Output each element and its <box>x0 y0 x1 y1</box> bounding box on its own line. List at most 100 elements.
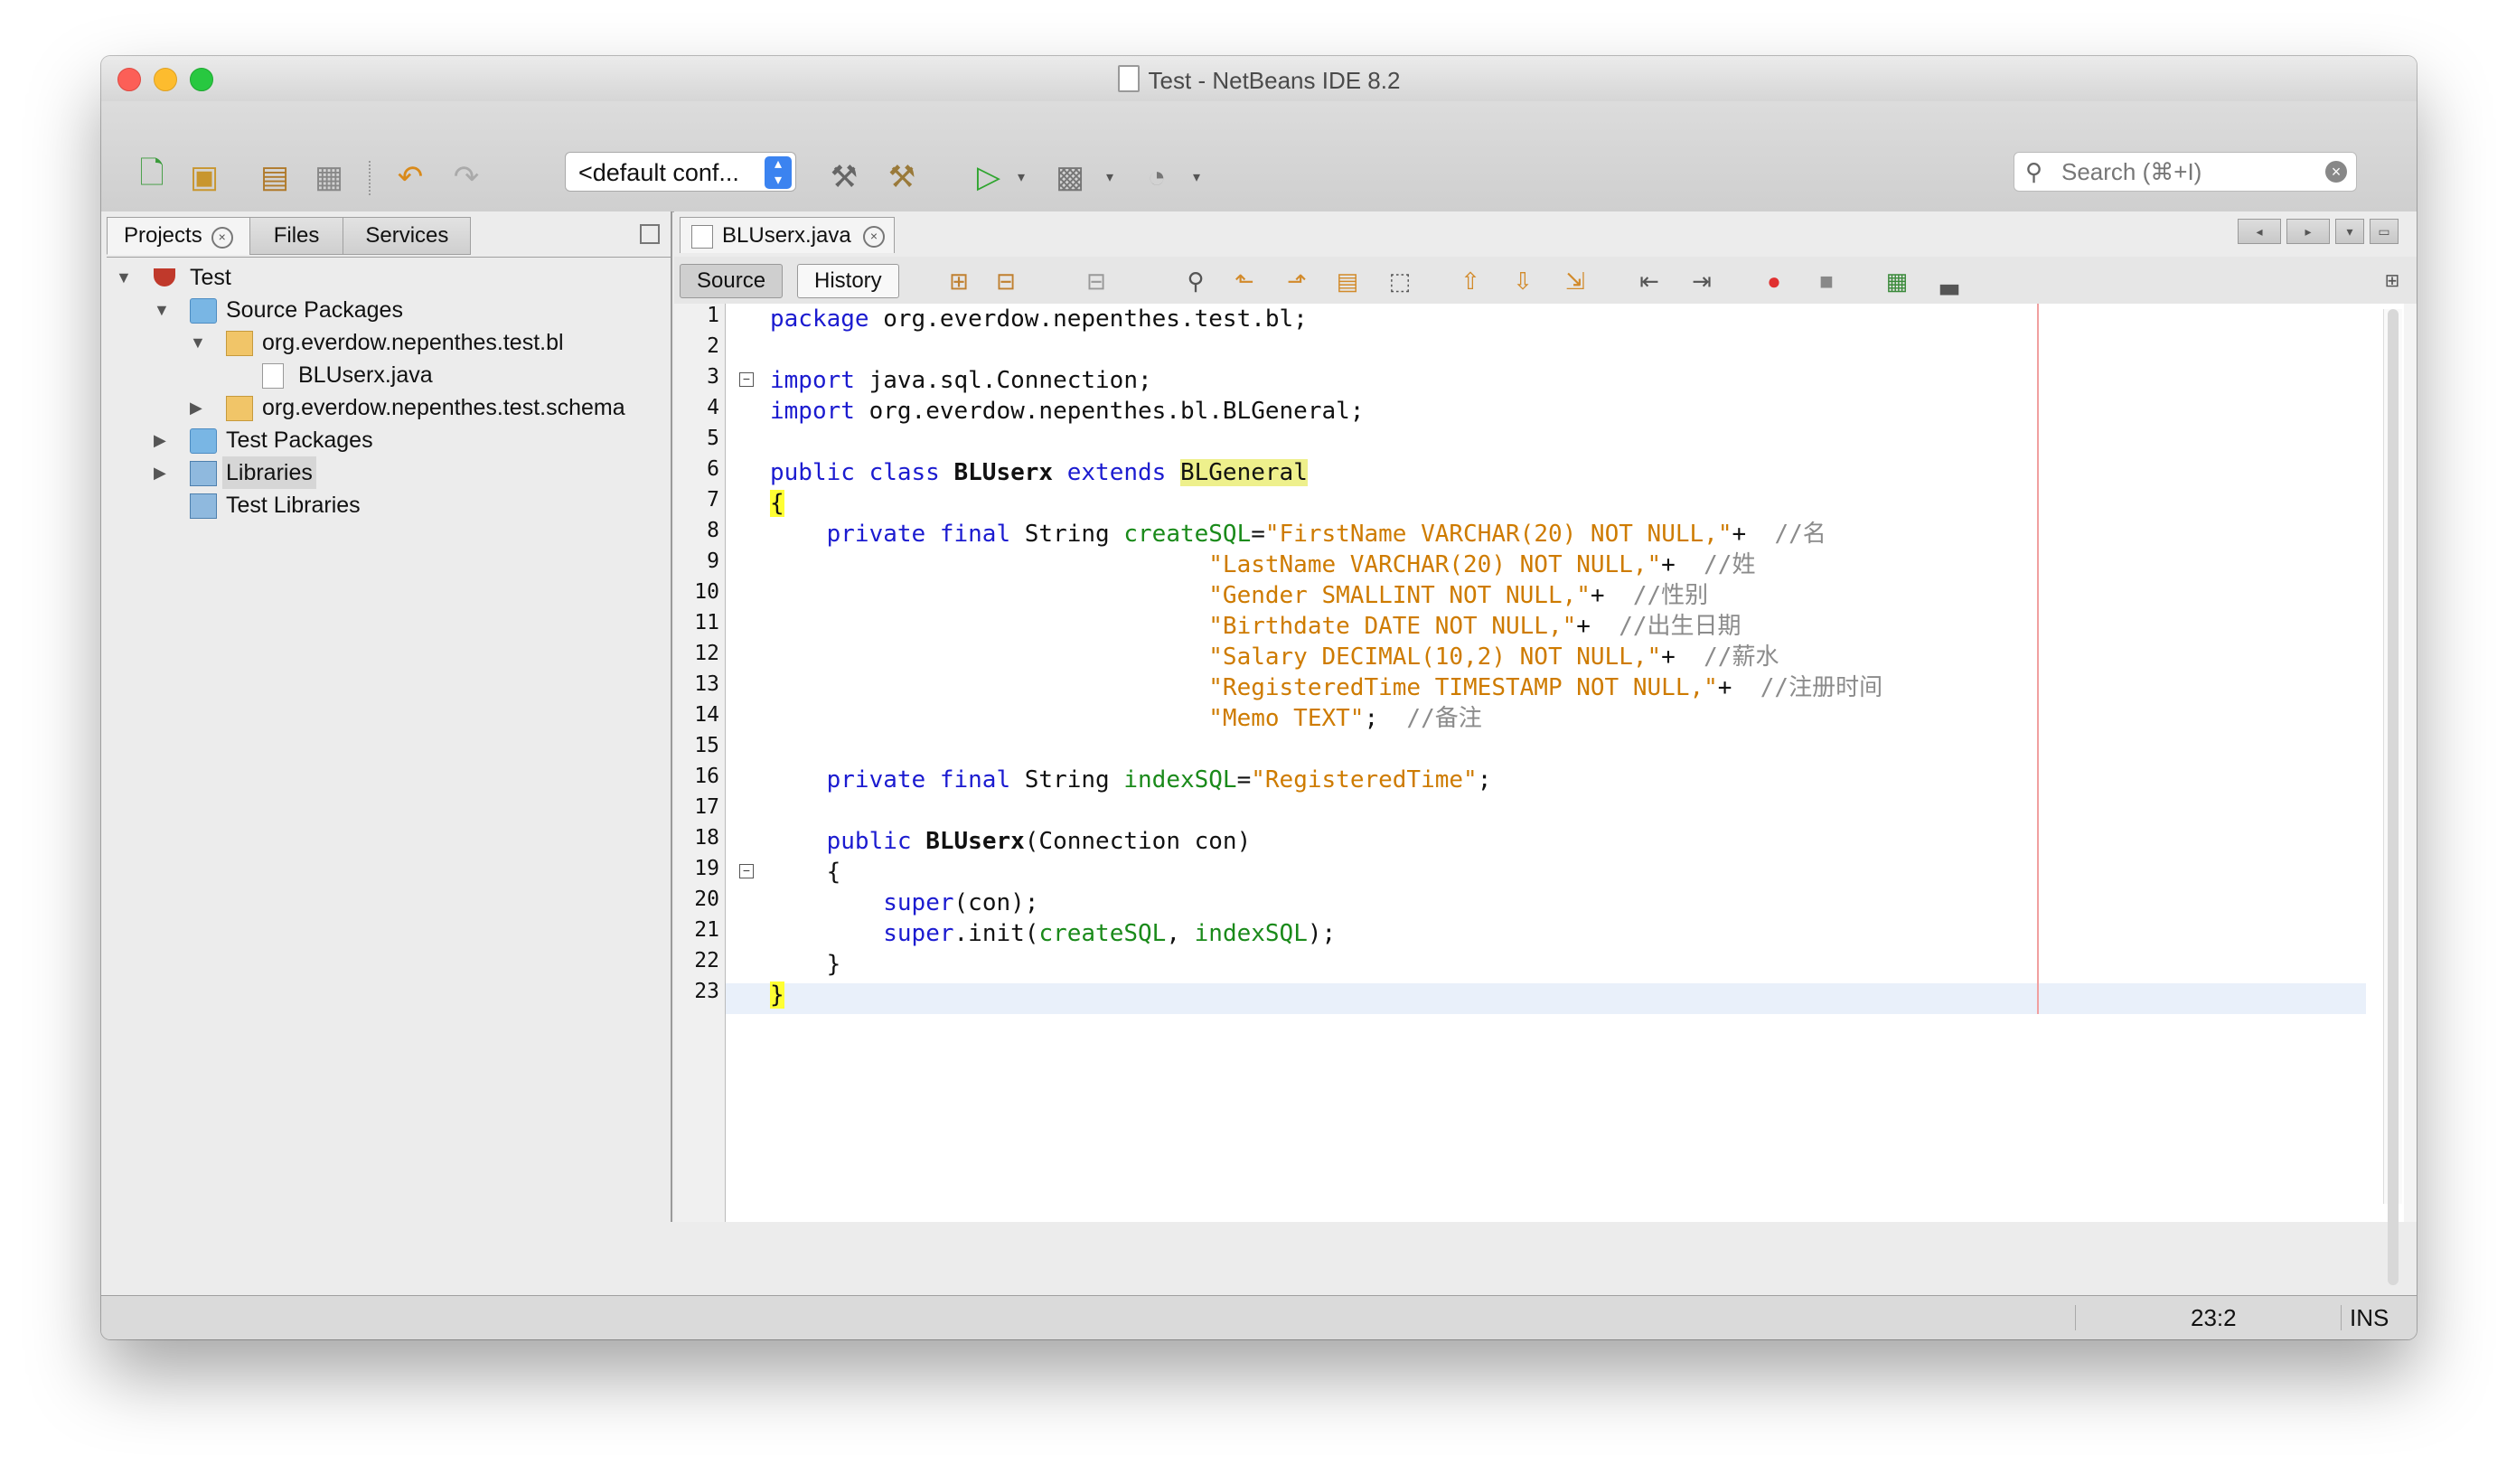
java-file-icon <box>691 225 713 249</box>
profile-dropdown-icon[interactable]: ▾ <box>1177 157 1216 197</box>
new-project-icon[interactable]: ▣ <box>184 157 224 197</box>
new-file-icon[interactable]: 🗋 <box>132 156 172 197</box>
stop-macro-recording-icon[interactable]: ■ <box>1811 266 1842 296</box>
scroll-left-icon[interactable]: ◂ <box>2238 219 2281 244</box>
toolbar-separator <box>369 161 372 195</box>
code-line-21: super.init(createSQL, indexSQL); <box>770 918 1336 949</box>
shift-right-icon[interactable]: ⇥ <box>1686 266 1717 296</box>
search-icon: ⚲ <box>2025 158 2043 185</box>
clear-search-icon[interactable]: × <box>2325 161 2347 183</box>
tab-services[interactable]: Services <box>343 217 472 255</box>
next-bookmark-icon[interactable]: ⇩ <box>1507 266 1538 296</box>
clean-build-icon[interactable]: ⚒ <box>882 157 922 197</box>
previous-bookmark-icon[interactable]: ⇧ <box>1455 266 1486 296</box>
insert-mode[interactable]: INS <box>2350 1296 2389 1339</box>
scroll-right-icon[interactable]: ▸ <box>2286 219 2330 244</box>
run-dropdown-icon[interactable]: ▾ <box>1001 157 1041 197</box>
find-previous-icon[interactable]: ⬑ <box>1229 266 1260 296</box>
configuration-select[interactable]: <default conf... ▴ ▾ <box>565 152 796 192</box>
code-token: private final <box>826 766 1011 794</box>
editor-nav-buttons: ◂ ▸ ▾ ▭ <box>2238 219 2399 244</box>
expanded-triangle-icon[interactable]: ▼ <box>116 261 132 294</box>
line-number: 20 <box>694 888 719 911</box>
projects-panel: Projects × Files Services ▼ Test ▼ Source… <box>101 211 672 1222</box>
code-token: ; <box>1364 705 1407 732</box>
toggle-highlight-icon[interactable]: ▤ <box>1332 266 1363 296</box>
tree-label: Source Packages <box>226 297 403 323</box>
package-icon <box>226 331 253 356</box>
line-number: 23 <box>694 980 719 1003</box>
start-macro-recording-icon[interactable]: ● <box>1759 266 1789 296</box>
expanded-triangle-icon[interactable]: ▼ <box>190 326 206 359</box>
source-tab-button[interactable]: Source <box>680 264 784 298</box>
find-next-icon[interactable]: ⬏ <box>1281 266 1312 296</box>
error-stripe[interactable] <box>2404 304 2417 1222</box>
code-token: = <box>1236 766 1252 794</box>
close-tab-icon[interactable]: × <box>211 227 233 249</box>
tab-projects[interactable]: Projects × <box>107 217 250 255</box>
line-number: 7 <box>707 488 719 512</box>
debug-dropdown-icon[interactable]: ▾ <box>1090 157 1130 197</box>
java-file-icon <box>262 363 284 389</box>
open-project-icon[interactable]: ▤ <box>255 157 295 197</box>
uncomment-icon[interactable]: ▃ <box>1934 266 1965 296</box>
redo-icon[interactable]: ↷ <box>446 157 486 197</box>
collapsed-triangle-icon[interactable]: ▶ <box>190 391 206 424</box>
split-editor-icon[interactable]: ⊞ <box>2377 266 2408 296</box>
fold-collapse-icon[interactable]: − <box>739 372 754 387</box>
debug-project-icon[interactable]: ▩ <box>1050 157 1090 197</box>
code-token: //出生日期 <box>1619 613 1741 640</box>
editor-tab-bluserx[interactable]: BLUserx.java × <box>680 217 895 253</box>
line-number: 12 <box>694 642 719 665</box>
code-token: //薪水 <box>1704 643 1779 671</box>
back-icon[interactable]: ⊟ <box>990 266 1021 296</box>
project-tree: ▼ Test ▼ Source Packages ▼ org.everdow.n… <box>107 257 671 1222</box>
line-number: 1 <box>707 304 719 327</box>
history-tab-button[interactable]: History <box>797 264 899 298</box>
toggle-bookmark-icon[interactable]: ⇲ <box>1560 266 1591 296</box>
line-number: 5 <box>707 427 719 450</box>
scrollbar-thumb[interactable] <box>2388 309 2399 1285</box>
close-tab-icon[interactable]: × <box>863 226 885 248</box>
expanded-triangle-icon[interactable]: ▼ <box>154 294 170 326</box>
tab-files[interactable]: Files <box>249 217 344 255</box>
maximize-editor-icon[interactable]: ▭ <box>2370 219 2399 244</box>
fold-collapse-icon[interactable]: − <box>739 864 754 878</box>
minimize-panel-icon[interactable] <box>640 224 660 244</box>
caret-position: 23:2 <box>2191 1304 2237 1331</box>
search-input[interactable]: ⚲ Search (⌘+I) × <box>2014 152 2357 192</box>
code-token: indexSQL <box>1123 766 1237 794</box>
line-number: 13 <box>694 672 719 696</box>
line-number: 4 <box>707 396 719 419</box>
document-icon <box>1117 65 1140 92</box>
vertical-scrollbar[interactable] <box>2383 309 2402 1285</box>
toggle-rect-selection-icon[interactable]: ⬚ <box>1385 266 1415 296</box>
code-token: + <box>1590 582 1633 609</box>
shift-left-icon[interactable]: ⇤ <box>1634 266 1665 296</box>
find-icon[interactable]: ⚲ <box>1180 266 1211 296</box>
line-number-gutter: 1 2 3 4 5 6 7 8 9 10 11 12 13 14 15 16 1… <box>674 304 726 1222</box>
save-all-icon[interactable]: ▦ <box>309 157 349 197</box>
last-edit-icon[interactable]: ⊞ <box>944 266 974 296</box>
build-hammer-icon[interactable]: ⚒ <box>824 157 864 197</box>
code-editor[interactable]: 1 2 3 4 5 6 7 8 9 10 11 12 13 14 15 16 1… <box>674 304 2417 1285</box>
current-line-highlight <box>726 983 2366 1014</box>
collapsed-triangle-icon[interactable]: ▶ <box>154 424 170 456</box>
code-token: "RegisteredTime" <box>1251 766 1478 794</box>
code-token: String <box>1010 766 1124 794</box>
comment-icon[interactable]: ▦ <box>1882 266 1912 296</box>
profile-project-icon[interactable]: ◔ <box>1137 157 1177 197</box>
undo-icon[interactable]: ↶ <box>390 157 430 197</box>
show-opened-documents-icon[interactable]: ▾ <box>2335 219 2364 244</box>
collapsed-triangle-icon[interactable]: ▶ <box>154 456 170 489</box>
netbeans-window: Test - NetBeans IDE 8.2 🗋 ▣ ▤ ▦ ↶ ↷ <def… <box>101 56 2417 1339</box>
forward-icon[interactable]: ⊟ <box>1081 266 1112 296</box>
code-token: String <box>1010 521 1124 548</box>
tree-label: Test Packages <box>226 427 373 453</box>
line-number: 10 <box>694 580 719 604</box>
